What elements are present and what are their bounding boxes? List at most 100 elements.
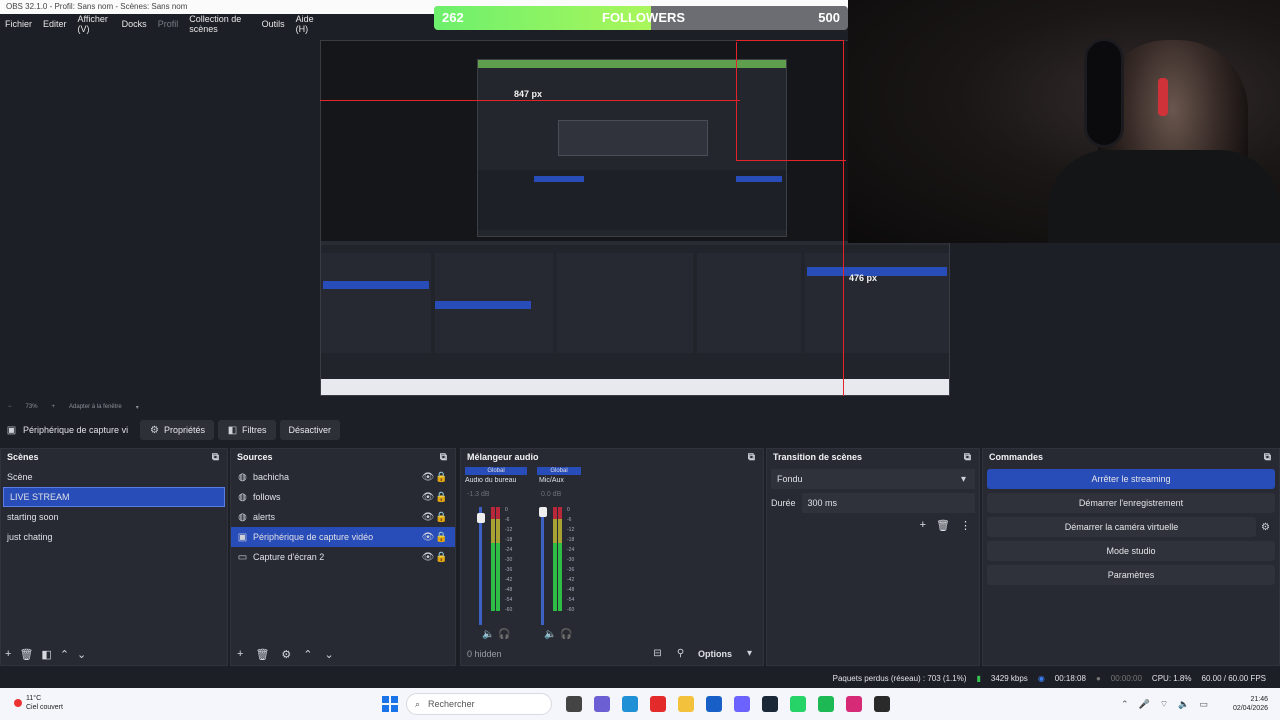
monitor-icon: ▭ bbox=[237, 551, 248, 563]
zoom-dropdown-icon[interactable]: ▾ bbox=[136, 404, 139, 411]
undock-icon[interactable]: ⧉ bbox=[746, 452, 757, 463]
lock-icon[interactable]: 🔒 bbox=[435, 532, 447, 543]
scene-item-selected[interactable]: LIVE STREAM bbox=[3, 487, 225, 507]
source-item[interactable]: ◍ follows 👁 🔒 bbox=[231, 487, 455, 507]
gear-icon[interactable]: ⚙ bbox=[281, 648, 291, 661]
lock-icon[interactable]: 🔒 bbox=[435, 492, 447, 503]
menu-edit[interactable]: Editer bbox=[43, 19, 67, 29]
undock-icon[interactable]: ⧉ bbox=[210, 452, 221, 463]
taskbar-clock[interactable]: 21:46 02/04/2026 bbox=[1233, 695, 1268, 713]
menu-bar: Fichier Editer Afficher (V) Docks Profil… bbox=[0, 14, 320, 34]
battery-icon[interactable]: ▭ bbox=[1199, 699, 1208, 710]
layout-icon[interactable]: ⊟ bbox=[652, 648, 663, 659]
chevron-up-icon[interactable]: ⌃ bbox=[1121, 699, 1129, 710]
mic-icon[interactable]: 🎤 bbox=[1139, 699, 1150, 710]
taskview-icon[interactable] bbox=[566, 696, 582, 712]
whatsapp-icon[interactable] bbox=[790, 696, 806, 712]
duration-input[interactable]: 300 ms bbox=[801, 493, 975, 513]
link-icon[interactable]: ⚲ bbox=[675, 648, 686, 659]
source-item-selected[interactable]: ▣ Périphérique de capture vidéo 👁 🔒 bbox=[231, 527, 455, 547]
deactivate-button[interactable]: Désactiver bbox=[279, 420, 341, 440]
store-icon[interactable] bbox=[706, 696, 722, 712]
undock-icon[interactable]: ⧉ bbox=[962, 452, 973, 463]
audio-hidden-count[interactable]: 0 hidden bbox=[467, 649, 502, 659]
menu-docks[interactable]: Docks bbox=[122, 19, 147, 29]
edge-icon[interactable] bbox=[622, 696, 638, 712]
audio-ch2-fader-knob[interactable] bbox=[539, 507, 547, 517]
lock-icon[interactable]: 🔒 bbox=[435, 472, 447, 483]
speaker-icon[interactable]: 🔈 bbox=[482, 629, 494, 640]
menu-profile[interactable]: Profil bbox=[158, 19, 179, 29]
instagram-icon[interactable] bbox=[846, 696, 862, 712]
guide-line-v1 bbox=[736, 42, 737, 160]
menu-help[interactable]: Aide (H) bbox=[296, 14, 320, 34]
eye-icon[interactable]: 👁 bbox=[422, 472, 435, 483]
trash-icon[interactable]: 🗑 bbox=[19, 648, 33, 661]
scene-item[interactable]: just chating bbox=[1, 527, 227, 547]
add-transition-icon[interactable]: + bbox=[920, 519, 926, 532]
stop-streaming-button[interactable]: Arrêter le streaming bbox=[987, 469, 1275, 489]
obs-icon[interactable] bbox=[874, 696, 890, 712]
gear-icon[interactable]: ⚙ bbox=[1260, 522, 1271, 533]
windows-start-icon[interactable] bbox=[382, 696, 398, 712]
add-scene-icon[interactable]: + bbox=[5, 648, 11, 661]
source-item[interactable]: ◍ alerts 👁 🔒 bbox=[231, 507, 455, 527]
trash-icon[interactable]: 🗑 bbox=[936, 519, 950, 532]
teams-icon[interactable] bbox=[594, 696, 610, 712]
steam-icon[interactable] bbox=[762, 696, 778, 712]
spotify-icon[interactable] bbox=[818, 696, 834, 712]
audio-ch2-name[interactable]: Mic/Aux bbox=[539, 477, 583, 484]
arrow-up-icon[interactable]: ⌃ bbox=[60, 648, 69, 661]
undock-icon[interactable]: ⧉ bbox=[438, 452, 449, 463]
zoom-fit[interactable]: Adapter à la fenêtre bbox=[69, 404, 122, 410]
menu-view[interactable]: Afficher (V) bbox=[78, 14, 111, 34]
menu-scene-collection[interactable]: Collection de scènes bbox=[189, 14, 250, 34]
source-item[interactable]: ◍ bachicha 👁 🔒 bbox=[231, 467, 455, 487]
lock-icon[interactable]: 🔒 bbox=[435, 552, 447, 563]
opera-icon[interactable] bbox=[650, 696, 666, 712]
eye-icon[interactable]: 👁 bbox=[422, 532, 435, 543]
zoom-minus[interactable]: − bbox=[8, 404, 12, 410]
audio-ch1-name[interactable]: Audio du bureau bbox=[465, 477, 527, 484]
menu-tools[interactable]: Outils bbox=[262, 19, 285, 29]
eye-icon[interactable]: 👁 bbox=[422, 492, 435, 503]
arrow-down-icon[interactable]: ⌄ bbox=[325, 648, 334, 661]
explorer-icon[interactable] bbox=[678, 696, 694, 712]
eye-icon[interactable]: 👁 bbox=[422, 512, 435, 523]
fps: 60.00 / 60.00 FPS bbox=[1201, 673, 1267, 683]
scene-item[interactable]: Scène bbox=[1, 467, 227, 487]
eye-icon[interactable]: 👁 bbox=[422, 552, 435, 563]
discord-icon[interactable] bbox=[734, 696, 750, 712]
network-icon[interactable]: ⌔ bbox=[1160, 699, 1168, 710]
filter-icon[interactable]: ◧ bbox=[41, 648, 51, 661]
arrow-up-icon[interactable]: ⌃ bbox=[303, 648, 312, 661]
settings-button[interactable]: Paramètres bbox=[987, 565, 1275, 585]
start-recording-button[interactable]: Démarrer l'enregistrement bbox=[987, 493, 1275, 513]
source-item[interactable]: ▭ Capture d'écran 2 👁 🔒 bbox=[231, 547, 455, 567]
audio-ch2-fader[interactable] bbox=[541, 507, 544, 625]
weather-widget[interactable]: 11°C Ciel couvert bbox=[14, 694, 63, 712]
volume-icon[interactable]: 🔈 bbox=[1178, 699, 1189, 710]
undock-icon[interactable]: ⧉ bbox=[1262, 452, 1273, 463]
properties-button[interactable]: ⚙ Propriétés bbox=[140, 420, 215, 440]
headphones-icon[interactable]: 🎧 bbox=[498, 629, 510, 640]
virtual-camera-button[interactable]: Démarrer la caméra virtuelle bbox=[987, 517, 1256, 537]
transition-select[interactable]: Fondu ▾ bbox=[771, 469, 975, 489]
headphones-icon[interactable]: 🎧 bbox=[560, 629, 572, 640]
menu-file[interactable]: Fichier bbox=[5, 19, 32, 29]
filters-button[interactable]: ◧ Filtres bbox=[218, 420, 276, 440]
more-icon[interactable]: ⋮ bbox=[960, 519, 971, 532]
trash-icon[interactable]: 🗑 bbox=[255, 648, 269, 661]
zoom-level[interactable]: 73% bbox=[26, 404, 38, 410]
studio-mode-button[interactable]: Mode studio bbox=[987, 541, 1275, 561]
arrow-down-icon[interactable]: ⌄ bbox=[77, 648, 86, 661]
audio-options-button[interactable]: Options bbox=[698, 649, 732, 659]
audio-ch1-fader[interactable] bbox=[479, 507, 482, 625]
scene-item[interactable]: starting soon bbox=[1, 507, 227, 527]
speaker-icon[interactable]: 🔈 bbox=[544, 629, 556, 640]
lock-icon[interactable]: 🔒 bbox=[435, 512, 447, 523]
zoom-plus[interactable]: + bbox=[52, 404, 56, 410]
audio-ch1-fader-knob[interactable] bbox=[477, 513, 485, 523]
add-source-icon[interactable]: + bbox=[237, 648, 243, 661]
taskbar-search[interactable]: ⌕ Rechercher bbox=[406, 693, 552, 715]
